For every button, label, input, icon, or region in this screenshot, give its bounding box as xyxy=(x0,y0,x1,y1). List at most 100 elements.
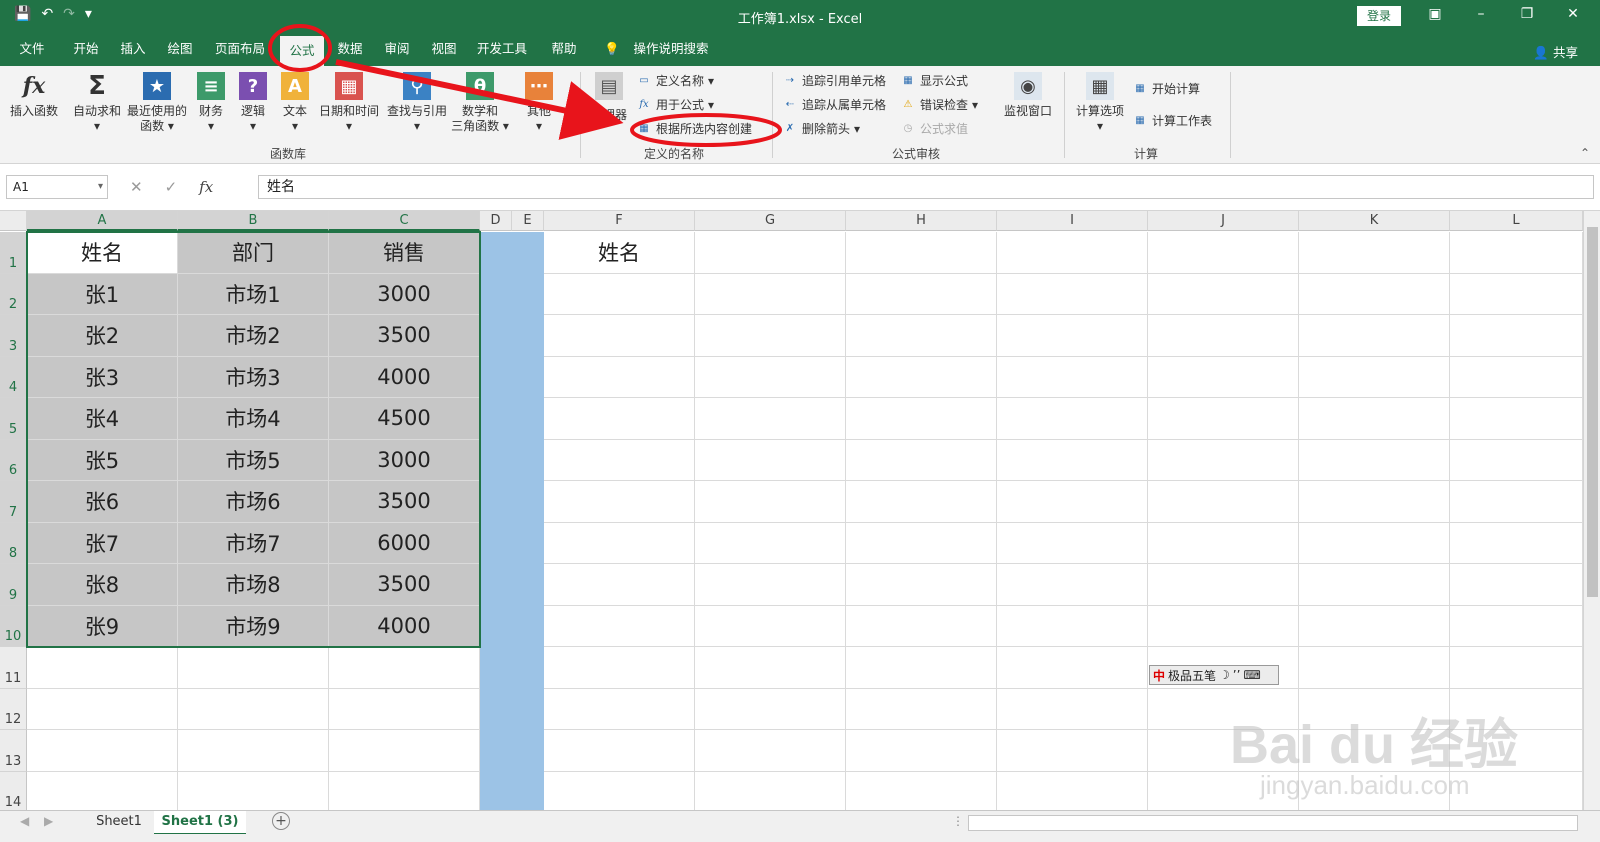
row-header-11[interactable]: 11 xyxy=(0,647,27,689)
cell-f11[interactable] xyxy=(544,647,695,689)
ime-moon-icon[interactable]: ☽ xyxy=(1219,668,1230,682)
ime-punct-icon[interactable]: ’’ xyxy=(1233,668,1241,682)
cell-g9[interactable] xyxy=(695,564,846,606)
cell-i7[interactable] xyxy=(997,481,1148,523)
formula-input[interactable]: 姓名 xyxy=(258,175,1594,199)
cell-l2[interactable] xyxy=(1450,273,1583,315)
cell-l5[interactable] xyxy=(1450,398,1583,440)
cell-k1[interactable] xyxy=(1299,232,1450,274)
share-button[interactable]: 👤 共享 xyxy=(1533,42,1578,61)
tab-home[interactable]: 开始 xyxy=(66,32,106,66)
sheet-tab-sheet1-3[interactable]: Sheet1 (3) xyxy=(154,811,246,835)
cell-h7[interactable] xyxy=(846,481,997,523)
row-header-3[interactable]: 3 xyxy=(0,315,27,357)
cell-c7[interactable]: 3500 xyxy=(329,481,480,523)
fx-icon[interactable]: fx xyxy=(199,178,213,196)
cell-b11[interactable] xyxy=(178,647,329,689)
cell-j4[interactable] xyxy=(1148,356,1299,398)
cell-k4[interactable] xyxy=(1299,356,1450,398)
cell-b13[interactable] xyxy=(178,730,329,772)
cell-l6[interactable] xyxy=(1450,439,1583,481)
name-manager-button[interactable]: ▤ 管理器 xyxy=(586,72,632,123)
column-header-f[interactable]: F xyxy=(544,211,695,231)
column-header-g[interactable]: G xyxy=(695,211,846,231)
cell-j8[interactable] xyxy=(1148,522,1299,564)
cell-h3[interactable] xyxy=(846,315,997,357)
cell-k10[interactable] xyxy=(1299,605,1450,647)
cell-k5[interactable] xyxy=(1299,398,1450,440)
cell-b7[interactable]: 市场6 xyxy=(178,481,329,523)
cell-h12[interactable] xyxy=(846,688,997,730)
cell-l1[interactable] xyxy=(1450,232,1583,274)
tab-developer[interactable]: 开发工具 xyxy=(472,32,532,66)
cell-f10[interactable] xyxy=(544,605,695,647)
undo-icon[interactable]: ↶ xyxy=(41,6,53,22)
sheet-tab-sheet1[interactable]: Sheet1 xyxy=(86,811,152,835)
cell-i6[interactable] xyxy=(997,439,1148,481)
cell-l3[interactable] xyxy=(1450,315,1583,357)
cell-a6[interactable]: 张5 xyxy=(27,439,178,481)
cell-g7[interactable] xyxy=(695,481,846,523)
cell-i4[interactable] xyxy=(997,356,1148,398)
cell-h13[interactable] xyxy=(846,730,997,772)
lookup-button[interactable]: ⚲ 查找与引用 ▾ xyxy=(384,72,450,134)
cell-a11[interactable] xyxy=(27,647,178,689)
trace-dependents-button[interactable]: ⇠ 追踪从属单元格 xyxy=(782,96,886,113)
cell-c10[interactable]: 4000 xyxy=(329,605,480,647)
cell-j9[interactable] xyxy=(1148,564,1299,606)
ime-toolbar[interactable]: 中 极品五笔 ☽ ’’ ⌨ xyxy=(1149,665,1279,685)
cell-f5[interactable] xyxy=(544,398,695,440)
cell-g13[interactable] xyxy=(695,730,846,772)
cell-l11[interactable] xyxy=(1450,647,1583,689)
cell-l4[interactable] xyxy=(1450,356,1583,398)
cell-k9[interactable] xyxy=(1299,564,1450,606)
cell-f6[interactable] xyxy=(544,439,695,481)
cell-j3[interactable] xyxy=(1148,315,1299,357)
cell-f2[interactable] xyxy=(544,273,695,315)
cell-a5[interactable]: 张4 xyxy=(27,398,178,440)
use-in-formula-button[interactable]: fx 用于公式 ▾ xyxy=(636,96,714,113)
cell-g6[interactable] xyxy=(695,439,846,481)
cell-l8[interactable] xyxy=(1450,522,1583,564)
cell-i2[interactable] xyxy=(997,273,1148,315)
cell-h6[interactable] xyxy=(846,439,997,481)
cell-g12[interactable] xyxy=(695,688,846,730)
recent-functions-button[interactable]: ★ 最近使用的 函数 ▾ xyxy=(124,72,190,134)
row-header-1[interactable]: 1 xyxy=(0,232,27,274)
datetime-button[interactable]: ▦ 日期和时间 ▾ xyxy=(316,72,382,134)
cell-f12[interactable] xyxy=(544,688,695,730)
ime-keyboard-icon[interactable]: ⌨ xyxy=(1243,668,1260,682)
cell-c4[interactable]: 4000 xyxy=(329,356,480,398)
text-button[interactable]: A 文本 ▾ xyxy=(276,72,314,134)
cell-c1[interactable]: 销售 xyxy=(329,232,480,274)
cell-i9[interactable] xyxy=(997,564,1148,606)
cell-b8[interactable]: 市场7 xyxy=(178,522,329,564)
cell-k11[interactable] xyxy=(1299,647,1450,689)
cell-h9[interactable] xyxy=(846,564,997,606)
cell-h2[interactable] xyxy=(846,273,997,315)
evaluate-formula-button[interactable]: ◷ 公式求值 xyxy=(900,120,968,137)
cell-b3[interactable]: 市场2 xyxy=(178,315,329,357)
cell-i3[interactable] xyxy=(997,315,1148,357)
cell-b10[interactable]: 市场9 xyxy=(178,605,329,647)
cell-a4[interactable]: 张3 xyxy=(27,356,178,398)
cell-f8[interactable] xyxy=(544,522,695,564)
column-header-c[interactable]: C xyxy=(329,211,480,231)
row-header-7[interactable]: 7 xyxy=(0,481,27,523)
cell-a9[interactable]: 张8 xyxy=(27,564,178,606)
cell-b1[interactable]: 部门 xyxy=(178,232,329,274)
row-header-6[interactable]: 6 xyxy=(0,439,27,481)
calc-sheet-button[interactable]: ▦ 计算工作表 xyxy=(1132,112,1212,129)
cell-h11[interactable] xyxy=(846,647,997,689)
tab-draw[interactable]: 绘图 xyxy=(160,32,200,66)
column-header-d[interactable]: D xyxy=(480,211,512,231)
cell-j5[interactable] xyxy=(1148,398,1299,440)
show-formulas-button[interactable]: ▦ 显示公式 xyxy=(900,72,968,89)
cell-l9[interactable] xyxy=(1450,564,1583,606)
row-header-14[interactable]: 14 xyxy=(0,771,27,813)
row-header-4[interactable]: 4 xyxy=(0,356,27,398)
cell-i5[interactable] xyxy=(997,398,1148,440)
cell-j6[interactable] xyxy=(1148,439,1299,481)
calc-options-button[interactable]: ▦ 计算选项 ▾ xyxy=(1072,72,1128,134)
row-header-10[interactable]: 10 xyxy=(0,605,27,647)
